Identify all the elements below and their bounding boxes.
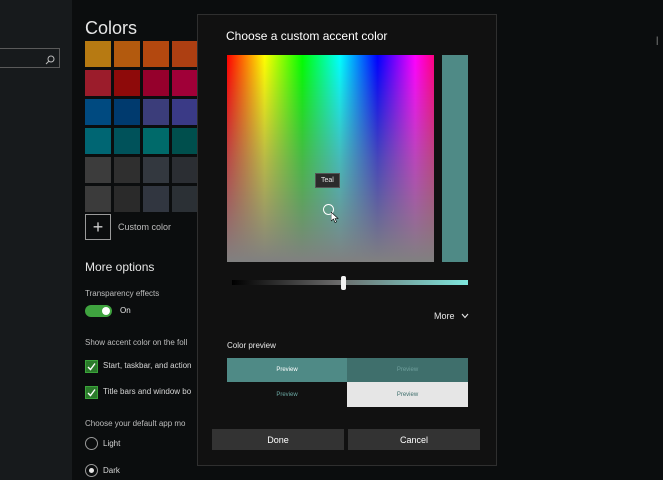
accent-swatch[interactable] (85, 128, 111, 154)
more-label: More (434, 311, 455, 321)
accent-swatch[interactable] (114, 128, 140, 154)
custom-color-button[interactable]: + Custom color (85, 214, 171, 240)
accent-swatch[interactable] (114, 99, 140, 125)
accent-swatch[interactable] (85, 99, 111, 125)
accent-swatch[interactable] (172, 157, 198, 183)
plus-icon[interactable]: + (85, 214, 111, 240)
check-icon (87, 389, 96, 397)
dark-label: Dark (103, 466, 120, 475)
preview-accent-dim-text: Preview (347, 358, 468, 382)
title-bars-label: Title bars and window bo (103, 387, 192, 396)
accent-swatch[interactable] (114, 186, 140, 212)
accent-swatch[interactable] (172, 99, 198, 125)
accent-swatch-grid (85, 41, 198, 212)
more-button[interactable]: More (434, 311, 469, 321)
cancel-button[interactable]: Cancel (348, 429, 480, 450)
page-title: Colors (85, 18, 138, 38)
color-preview-grid: Preview Preview Preview Preview (227, 358, 468, 407)
accent-swatch[interactable] (114, 41, 140, 67)
mouse-cursor-icon (331, 212, 339, 223)
preview-light-background: Preview (347, 382, 468, 407)
custom-accent-dialog: Choose a custom accent color Teal More C… (197, 14, 497, 466)
accent-swatch[interactable] (143, 128, 169, 154)
transparency-state: On (120, 306, 131, 315)
accent-swatch[interactable] (114, 157, 140, 183)
dialog-title: Choose a custom accent color (226, 29, 388, 43)
accent-swatch[interactable] (172, 128, 198, 154)
show-accent-label: Show accent color on the foll (85, 338, 188, 347)
light-radio[interactable] (85, 437, 98, 450)
done-button[interactable]: Done (212, 429, 344, 450)
color-preview-heading: Color preview (227, 341, 276, 350)
scroll-indicator: | (656, 35, 659, 45)
left-pane (0, 0, 72, 480)
selected-color-swatch (442, 55, 468, 262)
check-icon (87, 363, 96, 371)
accent-swatch[interactable] (85, 157, 111, 183)
accent-swatch[interactable] (85, 41, 111, 67)
start-taskbar-checkbox[interactable] (85, 360, 98, 373)
dark-radio[interactable] (85, 464, 98, 477)
light-label: Light (103, 439, 121, 448)
app-mode-label: Choose your default app mo (85, 419, 186, 428)
accent-swatch[interactable] (143, 157, 169, 183)
accent-swatch[interactable] (85, 186, 111, 212)
accent-swatch[interactable] (172, 186, 198, 212)
brightness-slider-track[interactable] (232, 280, 468, 285)
accent-swatch[interactable] (172, 70, 198, 96)
transparency-toggle[interactable] (85, 305, 112, 317)
start-taskbar-label: Start, taskbar, and action (103, 361, 192, 370)
preview-dark-background: Preview (227, 382, 347, 407)
preview-accent-light-text: Preview (227, 358, 347, 382)
accent-swatch[interactable] (172, 41, 198, 67)
transparency-label: Transparency effects (85, 289, 160, 298)
search-input[interactable] (0, 48, 60, 68)
search-icon[interactable] (45, 52, 55, 65)
accent-swatch[interactable] (143, 99, 169, 125)
accent-swatch[interactable] (143, 186, 169, 212)
brightness-slider-thumb[interactable] (341, 276, 346, 290)
accent-swatch[interactable] (114, 70, 140, 96)
accent-swatch[interactable] (143, 41, 169, 67)
title-bars-checkbox[interactable] (85, 386, 98, 399)
more-options-heading: More options (85, 260, 155, 274)
chevron-down-icon (461, 313, 468, 319)
accent-swatch[interactable] (85, 70, 111, 96)
accent-swatch[interactable] (143, 70, 169, 96)
color-name-tooltip: Teal (315, 173, 340, 188)
custom-color-label: Custom color (118, 222, 172, 232)
color-spectrum-picker[interactable] (227, 55, 434, 262)
